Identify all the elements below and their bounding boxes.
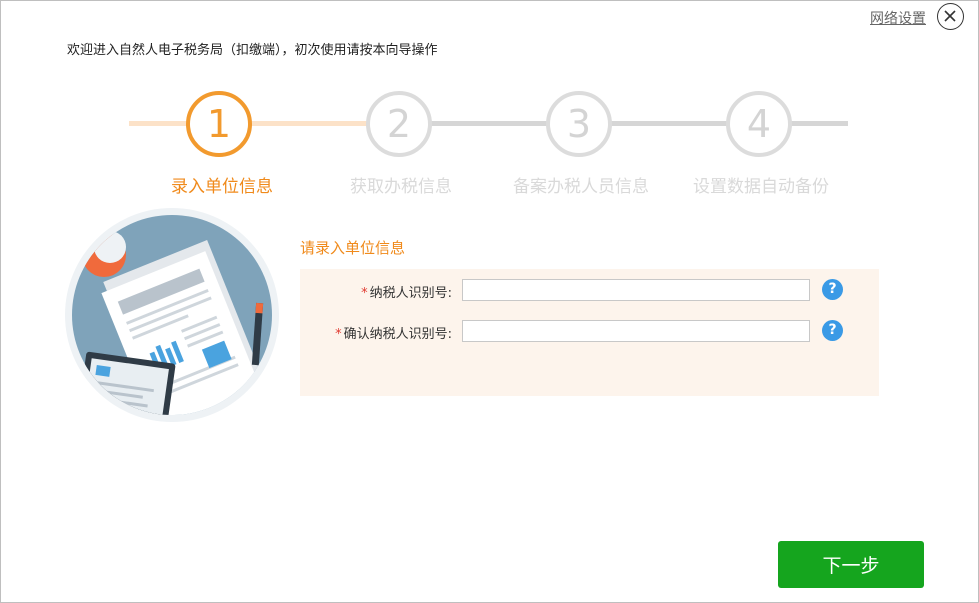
network-settings-link[interactable]: 网络设置	[870, 8, 926, 28]
close-icon	[944, 10, 956, 22]
question-icon[interactable]: ?	[822, 279, 843, 300]
confirm-taxpayer-id-input[interactable]	[462, 320, 810, 342]
step-3-circle: 3	[546, 91, 612, 157]
taxpayer-id-label: * 纳税人识别号:	[361, 286, 452, 301]
close-button[interactable]	[937, 3, 964, 30]
step-4-label: 设置数据自动备份	[693, 177, 829, 197]
step-progress-done	[129, 121, 379, 126]
step-4-circle: 4	[726, 91, 792, 157]
form-row-taxpayer-id: * 纳税人识别号: ?	[300, 279, 879, 303]
step-1-circle: 1	[186, 91, 252, 157]
confirm-taxpayer-id-label: * 确认纳税人识别号:	[335, 327, 452, 342]
welcome-text: 欢迎进入自然人电子税务局（扣缴端），初次使用请按本向导操作	[67, 43, 438, 58]
section-title: 请录入单位信息	[300, 239, 406, 257]
document-illustration	[65, 208, 279, 422]
step-2-label: 获取办税信息	[350, 177, 452, 197]
required-mark: *	[335, 327, 342, 342]
next-button[interactable]: 下一步	[778, 541, 924, 588]
step-3-label: 备案办税人员信息	[513, 177, 649, 197]
wizard-window: 网络设置 欢迎进入自然人电子税务局（扣缴端），初次使用请按本向导操作 1 2 3…	[0, 0, 979, 603]
question-icon[interactable]: ?	[822, 320, 843, 341]
step-2-circle: 2	[366, 91, 432, 157]
form-panel: * 纳税人识别号: ? * 确认纳税人识别号: ?	[300, 269, 879, 396]
form-row-confirm-taxpayer-id: * 确认纳税人识别号: ?	[300, 320, 879, 344]
taxpayer-id-input[interactable]	[462, 279, 810, 301]
step-1-label: 录入单位信息	[171, 177, 273, 197]
required-mark: *	[361, 286, 368, 301]
